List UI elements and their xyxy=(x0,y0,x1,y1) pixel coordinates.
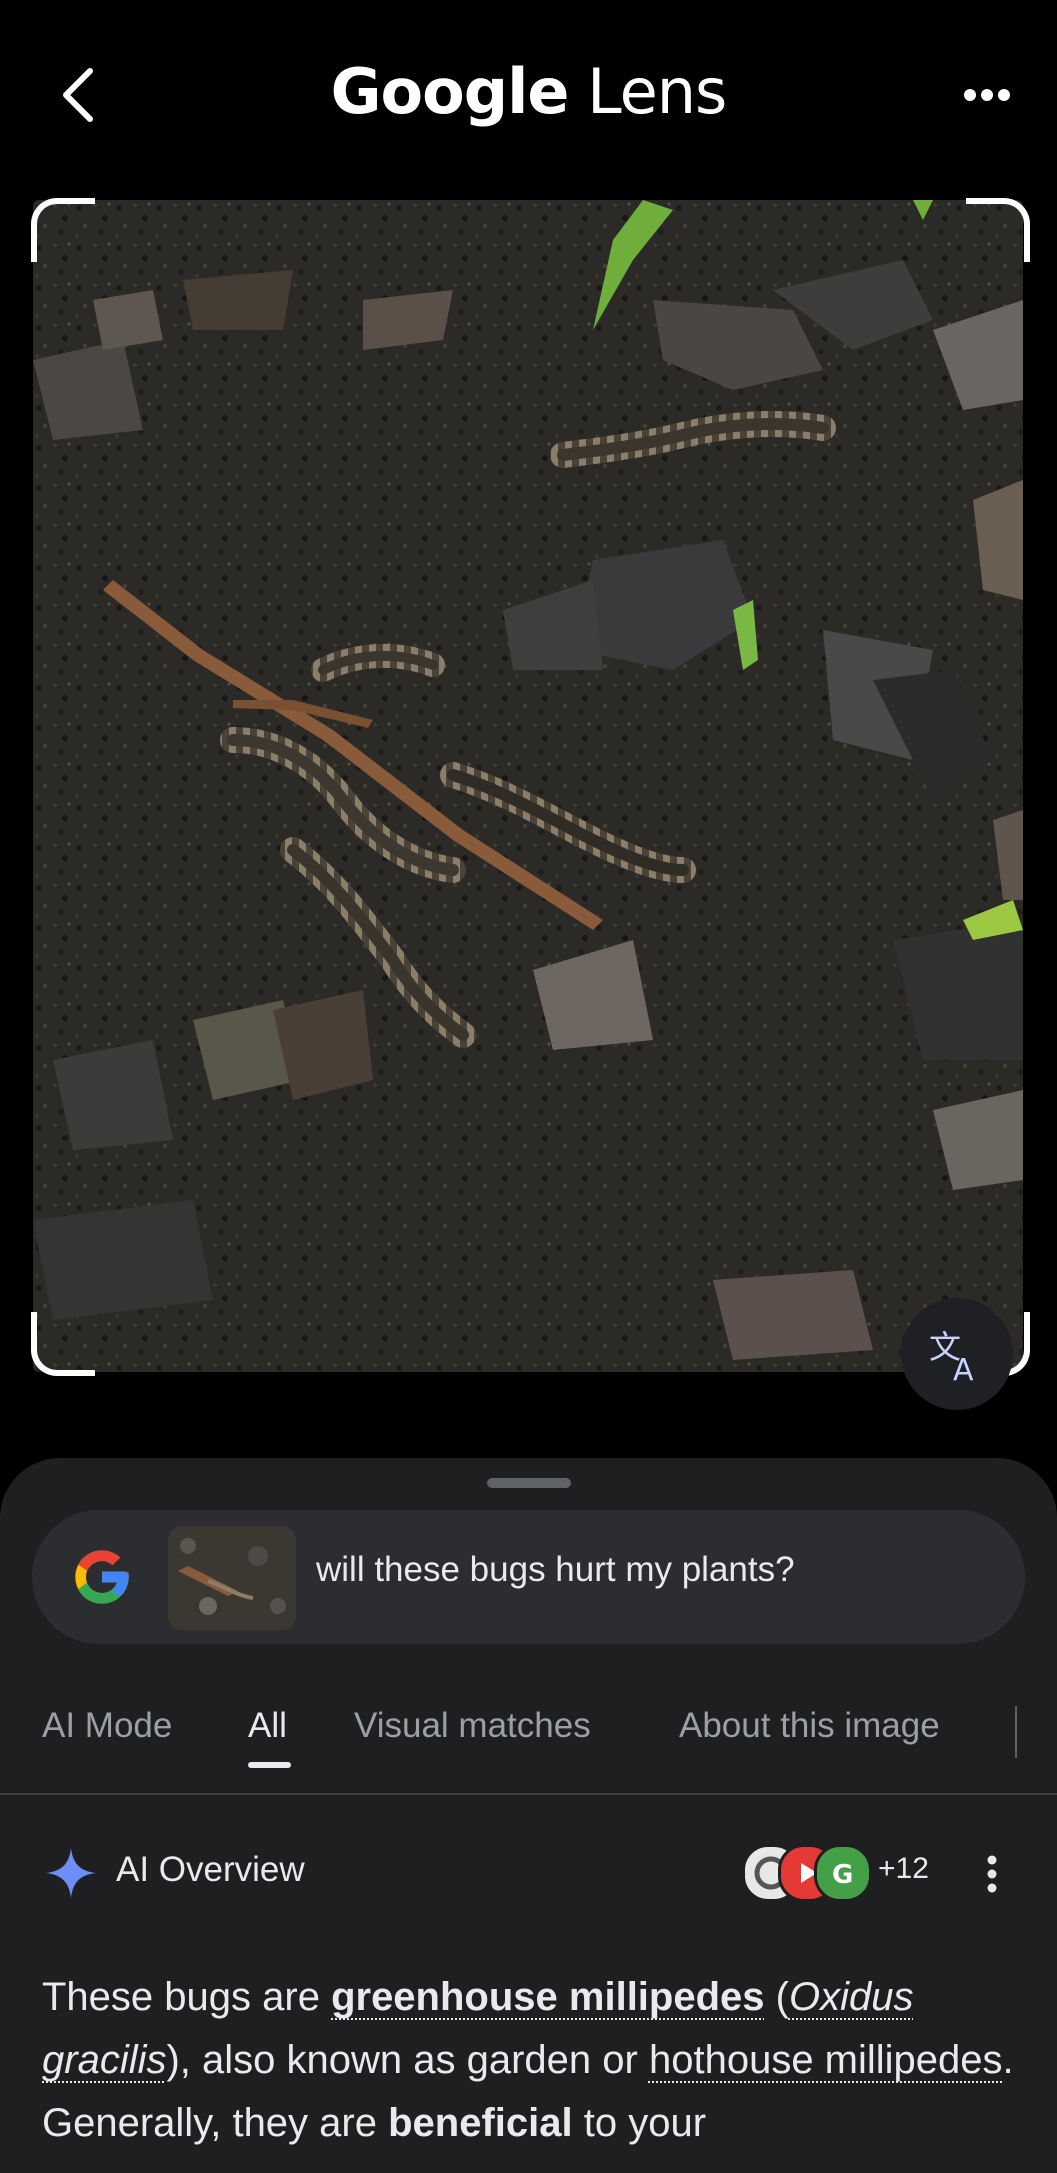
title-lens: Lens xyxy=(587,55,727,128)
more-options-button[interactable] xyxy=(957,70,1017,120)
crop-corner-top-left[interactable] xyxy=(31,198,95,262)
active-tab-indicator xyxy=(248,1762,291,1768)
overview-text-2: ( xyxy=(764,1975,789,2019)
google-lens-screen: Google Lens 文 A will these bugs hurt my … xyxy=(0,0,1057,2173)
species-epithet[interactable]: gracilis xyxy=(42,2038,166,2082)
google-g-icon xyxy=(75,1550,129,1604)
more-horizontal-icon xyxy=(964,89,1010,101)
title-google: Google xyxy=(330,55,570,128)
tab-all[interactable]: All xyxy=(248,1686,287,1766)
ai-overview-menu-button[interactable] xyxy=(972,1848,1012,1900)
overview-text-3: ), also known as garden or xyxy=(166,2038,649,2082)
results-sheet[interactable]: will these bugs hurt my plants? AI Mode … xyxy=(0,1458,1057,2173)
source-favicons[interactable]: G xyxy=(742,1844,882,1902)
source-count[interactable]: +12 xyxy=(878,1852,929,1886)
tabs-overflow-divider xyxy=(1015,1706,1017,1758)
tab-about-this-image[interactable]: About this image xyxy=(679,1686,940,1766)
tab-visual-matches[interactable]: Visual matches xyxy=(354,1686,591,1766)
ai-overview-text: These bugs are greenhouse millipedes (Ox… xyxy=(42,1966,1027,2155)
sheet-drag-handle[interactable] xyxy=(487,1478,571,1488)
app-title: Google Lens xyxy=(0,55,1057,128)
ai-overview-header: AI Overview G +12 xyxy=(0,1828,1057,1918)
overview-text-5: to your xyxy=(572,2101,707,2145)
results-tabs: AI Mode All Visual matches About this im… xyxy=(0,1686,1057,1794)
overview-bold-beneficial: beneficial xyxy=(388,2101,573,2145)
translate-icon: 文 A xyxy=(929,1328,974,1384)
query-image-thumbnail[interactable] xyxy=(168,1526,296,1630)
search-query-text[interactable]: will these bugs hurt my plants? xyxy=(316,1550,795,1590)
ai-overview-title: AI Overview xyxy=(116,1850,305,1889)
overview-text-1: These bugs are xyxy=(42,1975,332,2019)
sparkle-icon xyxy=(46,1848,96,1898)
tabs-divider xyxy=(0,1793,1057,1795)
crop-corner-bottom-left[interactable] xyxy=(31,1312,95,1376)
species-genus[interactable]: Oxidus xyxy=(789,1975,914,2019)
tab-ai-mode[interactable]: AI Mode xyxy=(42,1686,172,1766)
crop-corner-top-right[interactable] xyxy=(966,198,1030,262)
translate-button[interactable]: 文 A xyxy=(901,1298,1013,1410)
svg-text:A: A xyxy=(953,1353,974,1384)
top-bar: Google Lens xyxy=(0,0,1057,190)
search-bar[interactable]: will these bugs hurt my plants? xyxy=(32,1510,1025,1644)
millipede-photo xyxy=(33,200,1023,1372)
link-hothouse-millipedes[interactable]: hothouse millipedes xyxy=(649,2038,1003,2082)
source-icon-3: G xyxy=(814,1844,872,1902)
searched-image[interactable] xyxy=(33,200,1023,1372)
more-vertical-icon xyxy=(987,1855,997,1893)
svg-text:G: G xyxy=(832,1860,853,1890)
link-greenhouse-millipedes[interactable]: greenhouse millipedes xyxy=(331,1975,764,2019)
